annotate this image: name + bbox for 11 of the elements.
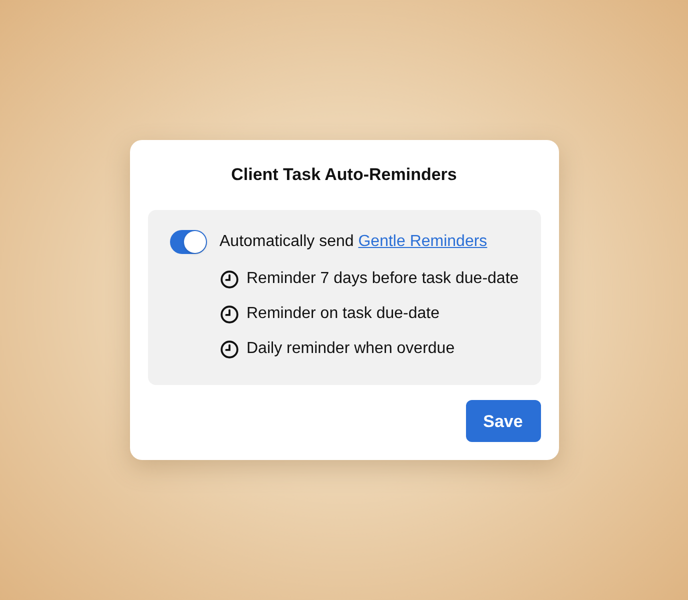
- clock-icon: [220, 340, 238, 359]
- save-button[interactable]: Save: [466, 400, 540, 442]
- reminder-label: Reminder 7 days before task due-date: [246, 269, 519, 290]
- reminder-label: Daily reminder when overdue: [246, 339, 455, 360]
- clock-icon: [220, 270, 238, 289]
- gentle-reminders-link[interactable]: Gentle Reminders: [358, 233, 488, 250]
- clock-icon: [220, 304, 238, 324]
- dialog-title: Client Task Auto-Reminders: [231, 164, 457, 186]
- toggle-switch[interactable]: [170, 230, 206, 254]
- auto-send-label: Automatically send Gentle Reminders: [220, 232, 488, 252]
- reminder-label: Reminder on task due-date: [246, 304, 440, 324]
